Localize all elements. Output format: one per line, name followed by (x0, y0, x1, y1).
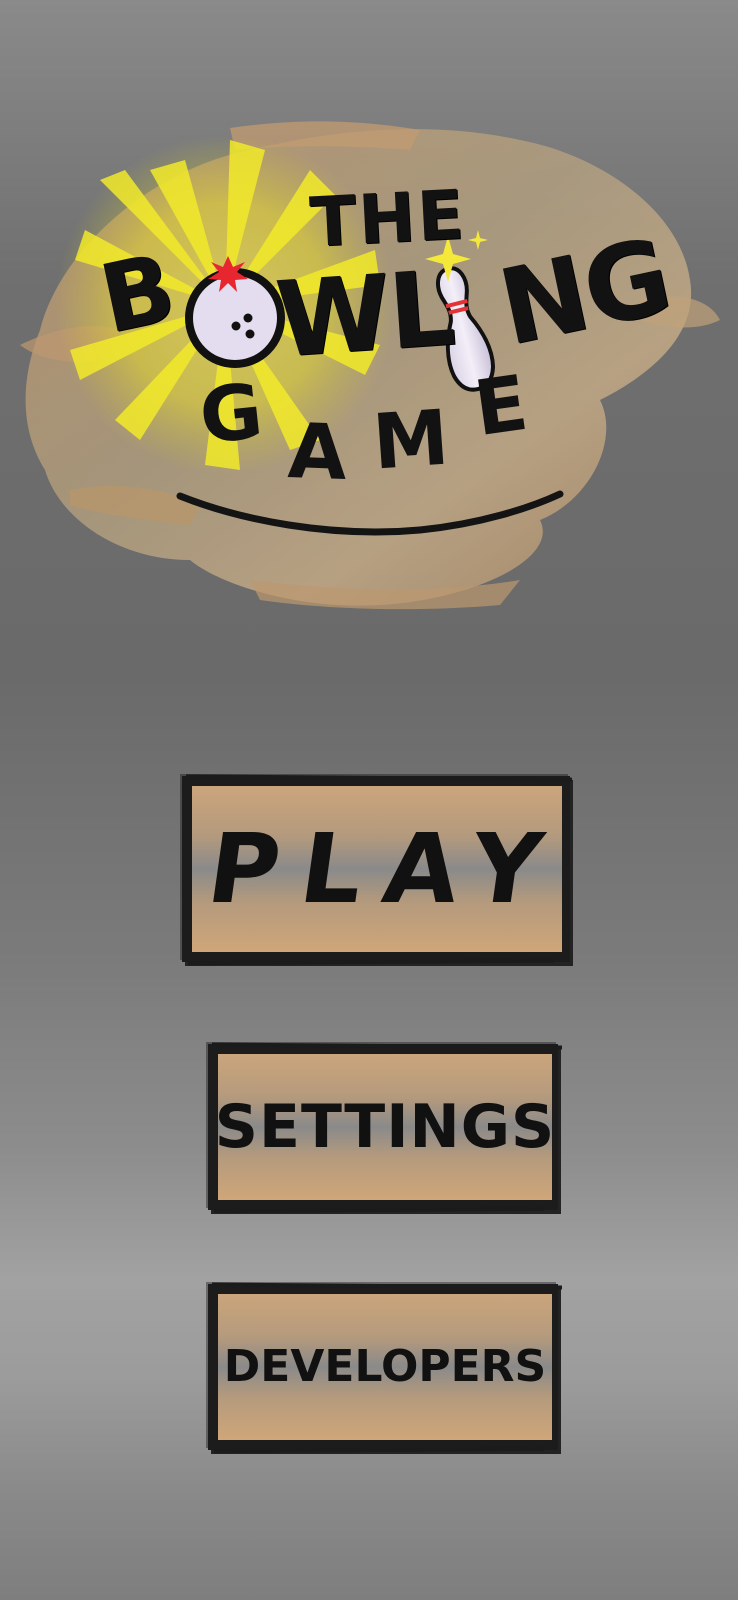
logo-letters-ng: NG (489, 214, 680, 370)
logo-letters-wl: WL (271, 246, 458, 382)
settings-button-label: SETTINGS (214, 1092, 556, 1162)
developers-button[interactable]: DEVELOPERS (208, 1284, 558, 1450)
logo-letter-a: A (286, 406, 349, 497)
developers-button-label: DEVELOPERS (223, 1341, 547, 1392)
settings-button[interactable]: SETTINGS (208, 1044, 558, 1210)
game-logo: THE B WL NG G A M E (0, 0, 738, 640)
logo-letter-m: M (370, 392, 452, 487)
logo-letter-g: G (195, 365, 267, 462)
logo-letter-e: E (468, 357, 533, 454)
play-button[interactable]: PLAY (182, 776, 571, 962)
play-button-label: PLAY (201, 813, 571, 925)
main-menu-screen: THE B WL NG G A M E PLAY SETTINGS DEVELO… (0, 0, 738, 1600)
logo-game-word: G A M E (195, 358, 532, 497)
